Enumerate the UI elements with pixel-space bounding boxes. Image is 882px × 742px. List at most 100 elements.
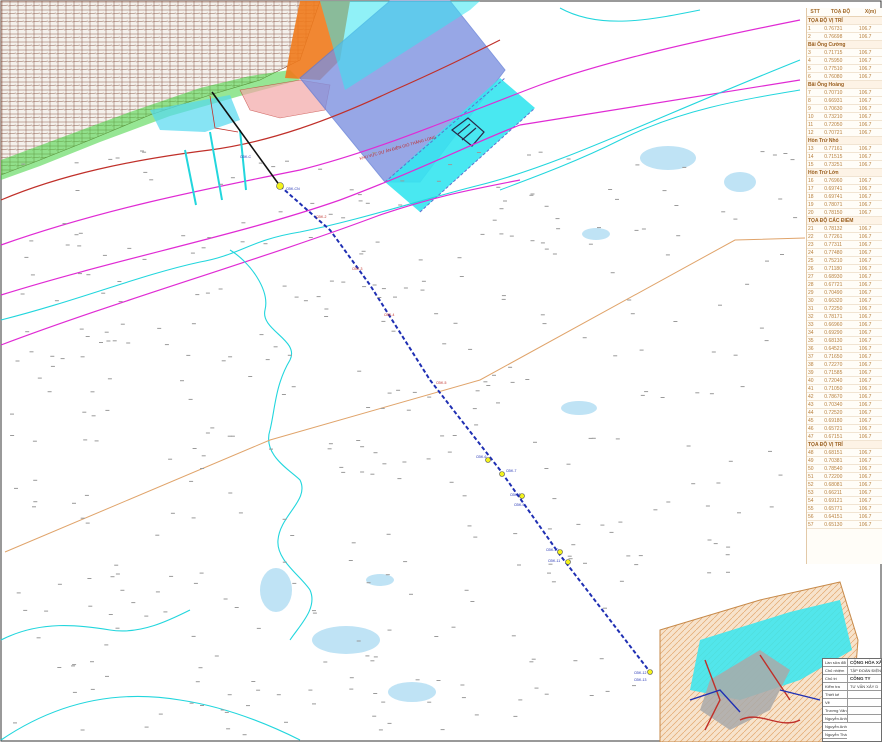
coordinate-cell: 36 bbox=[807, 344, 824, 353]
coordinate-cell: 106.7 bbox=[857, 352, 882, 361]
depth-sounding-mark bbox=[227, 435, 232, 437]
depth-sounding-mark bbox=[583, 562, 587, 564]
depth-sounding-mark bbox=[104, 644, 109, 646]
coordinate-cell: 106.7 bbox=[857, 424, 882, 433]
depth-sounding-mark bbox=[200, 705, 204, 706]
depth-sounding-mark bbox=[62, 223, 67, 225]
depth-sounding-mark bbox=[108, 158, 113, 160]
depth-sounding-mark bbox=[421, 280, 426, 282]
depth-sounding-mark bbox=[733, 354, 738, 356]
cable-point-landing[interactable] bbox=[276, 182, 284, 190]
coordinate-group-title: Hòn Trứ Nhỏ bbox=[807, 136, 882, 145]
depth-sounding-mark bbox=[449, 481, 454, 483]
coordinate-cell: 14 bbox=[807, 152, 824, 161]
coordinate-cell: 0.77510 bbox=[823, 64, 858, 73]
depth-sounding-mark bbox=[78, 273, 82, 275]
depth-sounding-mark bbox=[230, 177, 235, 179]
coordinate-cell: 40 bbox=[807, 376, 824, 385]
depth-sounding-mark bbox=[328, 443, 333, 445]
coordinate-cell: 106.7 bbox=[857, 152, 882, 161]
depth-sounding-mark bbox=[666, 501, 671, 503]
depth-sounding-mark bbox=[397, 478, 402, 480]
depth-sounding-mark bbox=[227, 694, 232, 696]
depth-sounding-mark bbox=[375, 241, 380, 243]
coordinate-table-body: TỌA ĐỘ VỊ TRÍ 1 0.76731 106.7 2 0.76698 106.7 B… bbox=[807, 16, 882, 529]
coordinate-cell: 4 bbox=[807, 56, 824, 65]
depth-sounding-mark bbox=[143, 171, 148, 173]
depth-sounding-mark bbox=[427, 396, 432, 398]
depth-sounding-mark bbox=[501, 298, 506, 300]
depth-sounding-mark bbox=[85, 336, 90, 337]
depth-sounding-mark bbox=[547, 572, 551, 574]
coordinate-cell: 106.7 bbox=[857, 184, 882, 193]
depth-sounding-mark bbox=[290, 535, 295, 536]
coordinate-row: 30 0.66320 106.7 bbox=[807, 296, 882, 305]
depth-sounding-mark bbox=[291, 386, 296, 388]
depth-sounding-mark bbox=[102, 254, 107, 256]
depth-sounding-mark bbox=[169, 575, 174, 577]
depth-sounding-mark bbox=[65, 244, 70, 246]
depth-sounding-mark bbox=[80, 356, 85, 358]
coordinate-cell: 31 bbox=[807, 304, 824, 313]
depth-sounding-mark bbox=[57, 583, 62, 585]
depth-sounding-mark bbox=[90, 688, 95, 690]
depth-sounding-mark bbox=[599, 658, 604, 660]
title-block-consultant: TƯ VẤN XÂY D bbox=[848, 683, 881, 691]
coordinate-cell: 8 bbox=[807, 96, 824, 105]
coordinate-cell: 0.69741 bbox=[823, 184, 858, 193]
depth-sounding-mark bbox=[16, 592, 21, 594]
depth-sounding-mark bbox=[377, 297, 382, 298]
depth-sounding-mark bbox=[101, 292, 106, 294]
depth-sounding-mark bbox=[391, 330, 396, 332]
coordinate-cell: 106.7 bbox=[857, 48, 882, 57]
depth-sounding-mark bbox=[91, 415, 96, 417]
title-block-republic: CỘNG HÒA XÃ HỘI CHỦ NGHĨA bbox=[848, 659, 881, 667]
depth-sounding-mark bbox=[381, 701, 386, 703]
coordinate-row: 28 0.67721 106.7 bbox=[807, 280, 882, 289]
coordinate-cell: 0.72250 bbox=[823, 304, 858, 313]
depth-sounding-mark bbox=[641, 228, 646, 230]
coordinate-cell: 0.77311 bbox=[823, 240, 858, 249]
shallow-area-4 bbox=[561, 401, 597, 415]
coordinate-cell: 106.7 bbox=[857, 384, 882, 393]
depth-sounding-mark bbox=[308, 689, 313, 691]
coordinate-cell: 106.7 bbox=[857, 56, 882, 65]
depth-sounding-mark bbox=[721, 211, 726, 213]
nautical-chart-map[interactable]: KHU VỰC DỰ ÁN ĐIỆN GIÓ THĂNG LONG CĐK-CN… bbox=[0, 0, 882, 742]
depth-sounding-mark bbox=[170, 512, 175, 514]
depth-sounding-mark bbox=[200, 468, 205, 469]
coordinate-cell: 106.7 bbox=[857, 392, 882, 401]
cable-point-end[interactable] bbox=[647, 669, 653, 675]
coordinate-cell: 27 bbox=[807, 272, 824, 281]
depth-sounding-mark bbox=[349, 688, 354, 690]
cable-point-5[interactable] bbox=[499, 471, 505, 477]
coordinate-cell: 106.7 bbox=[857, 192, 882, 201]
depth-sounding-mark bbox=[13, 722, 17, 724]
coordinate-cell: 106.7 bbox=[857, 472, 882, 481]
coordinate-cell: 106.7 bbox=[857, 224, 882, 233]
coordinate-row: 54 0.69121 106.7 bbox=[807, 496, 882, 505]
depth-sounding-mark bbox=[87, 578, 92, 579]
cable-label-8: CĐK-8 bbox=[510, 493, 521, 497]
depth-sounding-mark bbox=[282, 561, 287, 563]
cable-point-11[interactable] bbox=[565, 559, 571, 565]
coordinate-cell: 106.7 bbox=[857, 480, 882, 489]
depth-sounding-mark bbox=[448, 164, 453, 166]
coordinate-table-grid: STT TOẠ ĐỘ X(m) TỌA ĐỘ VỊ TRÍ 1 0.76731 106… bbox=[807, 8, 882, 529]
depth-sounding-mark bbox=[381, 320, 386, 322]
coordinate-cell: 29 bbox=[807, 288, 824, 297]
coordinate-cell: 24 bbox=[807, 248, 824, 257]
depth-sounding-mark bbox=[80, 729, 85, 731]
depth-sounding-mark bbox=[74, 234, 79, 236]
depth-sounding-mark bbox=[627, 299, 632, 301]
cable-label-2: CĐK-2 bbox=[316, 215, 327, 219]
cable-label-1: CĐK-C bbox=[240, 155, 252, 159]
coordinate-group-row: Bãi Ông Hoàng bbox=[807, 80, 882, 89]
coordinate-cell: 22 bbox=[807, 232, 824, 241]
depth-sounding-mark bbox=[263, 243, 268, 245]
depth-contour-4 bbox=[0, 695, 301, 741]
coordinate-row: 6 0.76080 106.7 bbox=[807, 72, 882, 81]
coordinate-cell: 106.7 bbox=[857, 336, 882, 345]
depth-sounding-mark bbox=[108, 614, 113, 615]
depth-sounding-mark bbox=[529, 661, 534, 663]
